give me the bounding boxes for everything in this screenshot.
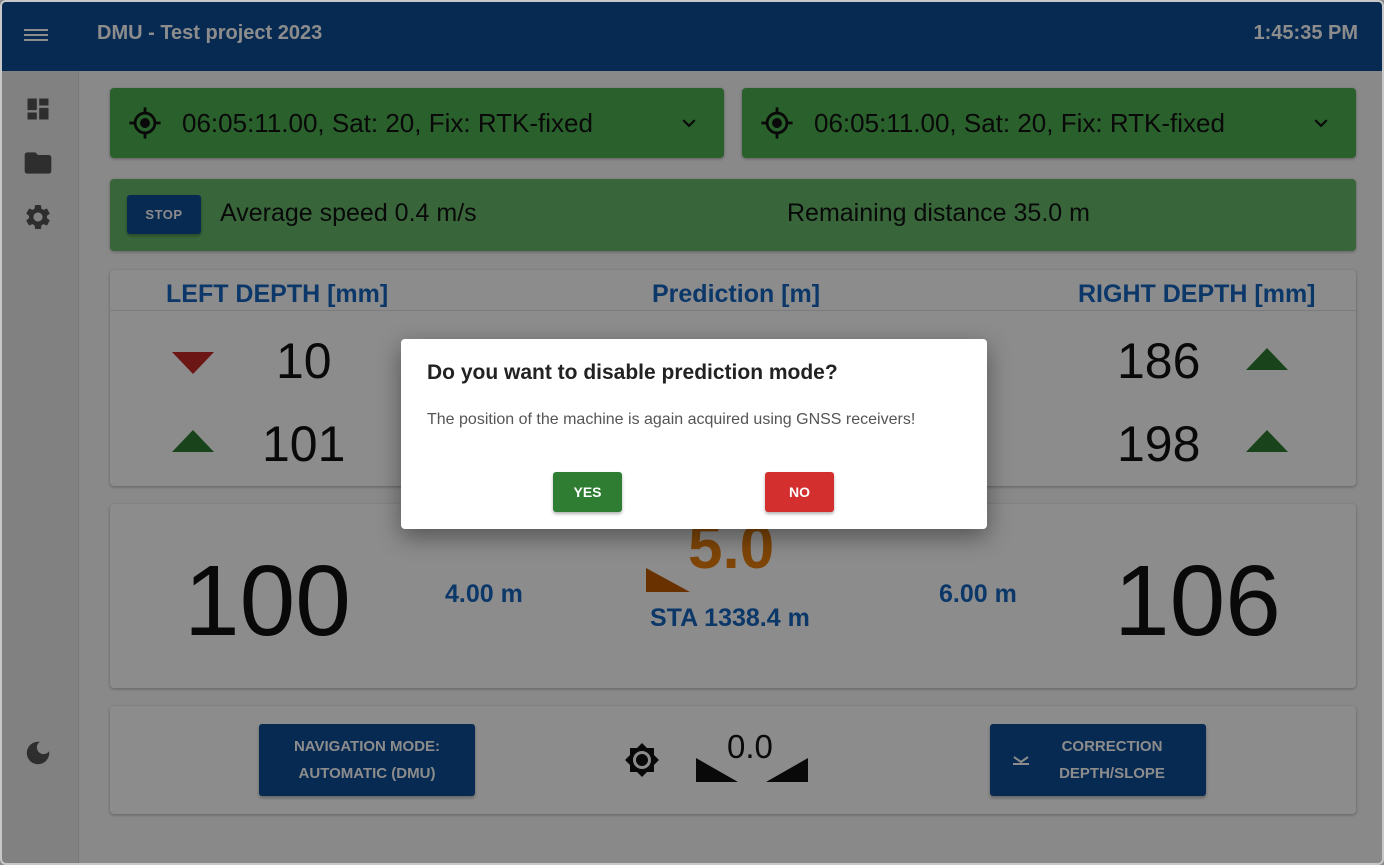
app-window: DMU - Test project 2023 1:45:35 PM 06:05… <box>0 0 1384 865</box>
confirm-dialog: Do you want to disable prediction mode? … <box>401 339 987 529</box>
dialog-title: Do you want to disable prediction mode? <box>427 361 838 384</box>
yes-button[interactable]: YES <box>553 472 622 512</box>
dialog-message: The position of the machine is again acq… <box>427 411 916 428</box>
no-button[interactable]: NO <box>765 472 834 512</box>
